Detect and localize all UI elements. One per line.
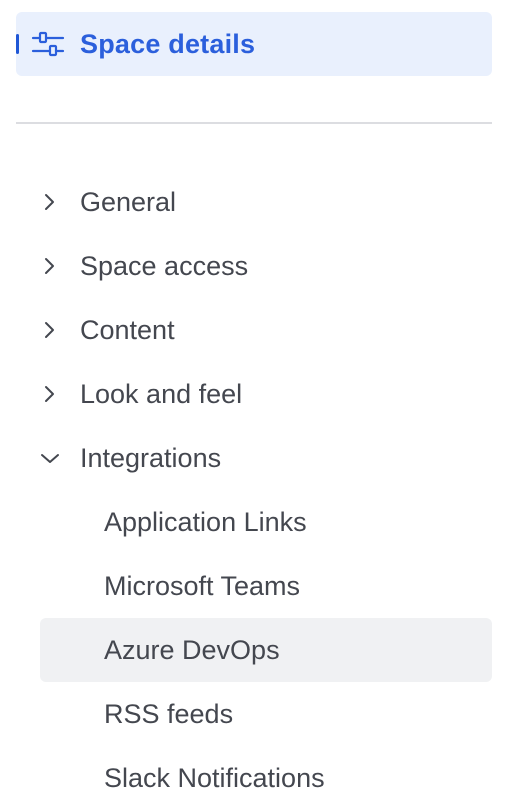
nav-item-label: Integrations (80, 443, 222, 473)
nav-item-label: Content (80, 315, 175, 345)
nav-item-label: Look and feel (80, 379, 243, 409)
sliders-icon (30, 30, 66, 58)
active-indicator (16, 34, 19, 54)
chevron-down-icon (40, 446, 60, 470)
divider (16, 122, 492, 124)
sub-item-label: Application Links (104, 507, 307, 537)
chevron-right-icon (40, 254, 60, 278)
sub-item-label: Microsoft Teams (104, 571, 301, 601)
sub-item-microsoft-teams[interactable]: Microsoft Teams (40, 554, 492, 618)
chevron-right-icon (40, 190, 60, 214)
sub-item-label: RSS feeds (104, 699, 234, 729)
nav-item-integrations[interactable]: Integrations (40, 426, 492, 490)
sub-item-label: Azure DevOps (104, 635, 280, 665)
sub-item-rss-feeds[interactable]: RSS feeds (40, 682, 492, 746)
nav-item-label: Space access (80, 251, 249, 281)
chevron-right-icon (40, 318, 60, 342)
chevron-right-icon (40, 382, 60, 406)
sub-item-application-links[interactable]: Application Links (40, 490, 492, 554)
nav-item-label: General (80, 187, 177, 217)
space-settings-sidebar: Space details General Space access Conte… (0, 0, 506, 802)
sub-item-slack-notifications[interactable]: Slack Notifications (40, 746, 492, 802)
nav-item-general[interactable]: General (40, 170, 492, 234)
nav-item-look-and-feel[interactable]: Look and feel (40, 362, 492, 426)
space-details-nav-item[interactable]: Space details (16, 12, 492, 76)
nav-item-space-access[interactable]: Space access (40, 234, 492, 298)
sub-item-label: Slack Notifications (104, 763, 325, 793)
nav-item-content[interactable]: Content (40, 298, 492, 362)
sub-item-azure-devops[interactable]: Azure DevOps (40, 618, 492, 682)
space-details-label: Space details (80, 29, 256, 59)
